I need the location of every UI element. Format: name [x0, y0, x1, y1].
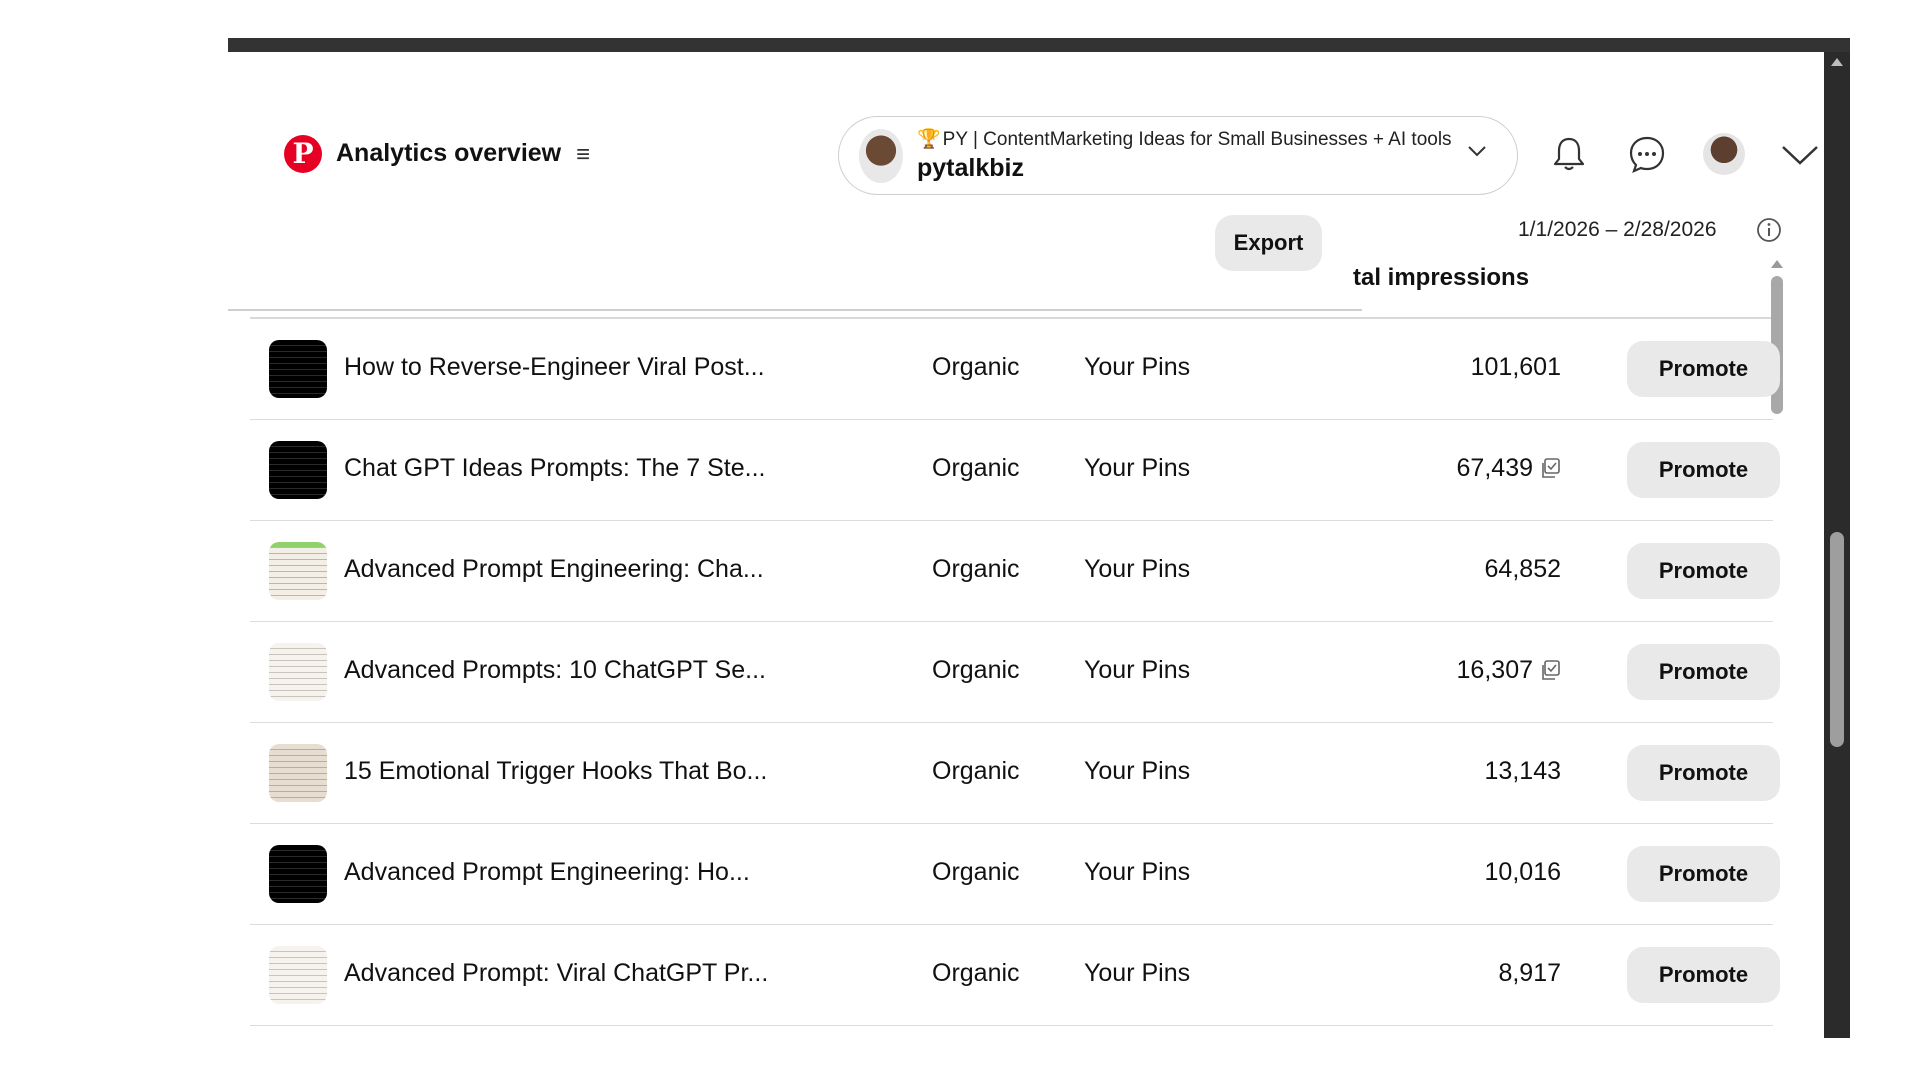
- scroll-up-arrow-icon[interactable]: [1831, 58, 1843, 66]
- pin-title[interactable]: How to Reverse-Engineer Viral Post...: [344, 353, 765, 382]
- pin-source: Organic: [932, 858, 1020, 886]
- table-row[interactable]: Advanced Prompts: 10 ChatGPT Se... Organ…: [250, 622, 1780, 723]
- pin-impressions: 67,439: [1456, 454, 1533, 482]
- pin-impressions: 10,016: [1484, 858, 1561, 886]
- pin-type: Your Pins: [1084, 959, 1191, 987]
- promote-button[interactable]: Promote: [1627, 745, 1780, 801]
- table-row[interactable]: How to Reverse-Engineer Viral Post... Or…: [250, 319, 1780, 420]
- pin-type: Your Pins: [1084, 555, 1191, 583]
- pin-impressions: 64,852: [1484, 555, 1561, 583]
- pin-thumbnail[interactable]: [269, 845, 327, 903]
- promote-button[interactable]: Promote: [1627, 644, 1780, 700]
- pinterest-logo-icon[interactable]: P: [284, 135, 322, 173]
- pin-thumbnail[interactable]: [269, 643, 327, 701]
- pin-source: Organic: [932, 656, 1020, 684]
- pin-type: Your Pins: [1084, 757, 1191, 785]
- pin-thumbnail[interactable]: [269, 441, 327, 499]
- info-icon[interactable]: [1756, 217, 1782, 243]
- header-divider: [228, 309, 1362, 311]
- account-switcher[interactable]: 🏆 PY | ContentMarketing Ideas for Small B…: [838, 116, 1518, 195]
- pin-thumbnail[interactable]: [269, 946, 327, 1004]
- pin-source: Organic: [932, 555, 1020, 583]
- scroll-up-arrow-icon[interactable]: [1771, 260, 1783, 268]
- pin-thumbnail[interactable]: [269, 542, 327, 600]
- table-row[interactable]: Advanced Prompt Engineering: Ho... Organ…: [250, 824, 1780, 925]
- copy-pin-icon: [1542, 458, 1560, 478]
- pin-type: Your Pins: [1084, 353, 1191, 381]
- pin-source: Organic: [932, 454, 1020, 482]
- table-row[interactable]: Advanced Prompt Engineering: Cha... Orga…: [250, 521, 1780, 622]
- pin-title[interactable]: 15 Emotional Trigger Hooks That Bo...: [344, 757, 767, 786]
- pin-type: Your Pins: [1084, 454, 1191, 482]
- page-title: Analytics overview: [336, 139, 562, 167]
- pin-impressions: 16,307: [1456, 656, 1533, 684]
- pin-impressions: 13,143: [1484, 757, 1561, 785]
- table-row[interactable]: 15 Emotional Trigger Hooks That Bo... Or…: [250, 723, 1780, 824]
- promote-button[interactable]: Promote: [1627, 846, 1780, 902]
- copy-pin-icon: [1542, 660, 1560, 680]
- chevron-down-icon[interactable]: [1780, 139, 1820, 171]
- pin-title[interactable]: Advanced Prompt Engineering: Cha...: [344, 555, 764, 584]
- browser-viewport: P Analytics overview ≡ 🏆 PY | ContentMark…: [228, 38, 1850, 1038]
- pin-thumbnail[interactable]: [269, 340, 327, 398]
- table-row[interactable]: Chat GPT Ideas Prompts: The 7 Ste... Org…: [250, 420, 1780, 521]
- account-name-text: PY | ContentMarketing Ideas for Small Bu…: [942, 129, 1452, 150]
- window-scrollbar[interactable]: [1824, 52, 1850, 1038]
- pin-source: Organic: [932, 353, 1020, 381]
- pin-type: Your Pins: [1084, 858, 1191, 886]
- pin-source: Organic: [932, 959, 1020, 987]
- messages-icon[interactable]: [1626, 133, 1668, 175]
- account-name: 🏆 PY | ContentMarketing Ideas for Small B…: [917, 127, 1452, 151]
- pin-title[interactable]: Advanced Prompts: 10 ChatGPT Se...: [344, 656, 766, 685]
- pin-impressions: 8,917: [1498, 959, 1561, 987]
- chevron-down-icon[interactable]: [1465, 139, 1489, 163]
- column-header-impressions[interactable]: tal impressions: [1353, 264, 1529, 292]
- account-avatar: [859, 129, 903, 183]
- pin-source: Organic: [932, 757, 1020, 785]
- promote-button[interactable]: Promote: [1627, 341, 1780, 397]
- pin-title[interactable]: Advanced Prompt Engineering: Ho...: [344, 858, 750, 887]
- user-avatar[interactable]: [1703, 133, 1745, 175]
- account-username: pytalkbiz: [917, 154, 1024, 182]
- pin-title[interactable]: Advanced Prompt: Viral ChatGPT Pr...: [344, 959, 768, 988]
- hamburger-menu-icon[interactable]: ≡: [576, 141, 590, 169]
- export-button[interactable]: Export: [1215, 215, 1322, 271]
- window-scrollbar-thumb[interactable]: [1830, 532, 1844, 747]
- pin-type: Your Pins: [1084, 656, 1191, 684]
- pin-impressions: 101,601: [1470, 353, 1561, 381]
- pins-table: How to Reverse-Engineer Viral Post... Or…: [250, 319, 1780, 1026]
- window-top-bar: [228, 38, 1850, 52]
- pin-title[interactable]: Chat GPT Ideas Prompts: The 7 Ste...: [344, 454, 766, 483]
- pin-thumbnail[interactable]: [269, 744, 327, 802]
- notifications-bell-icon[interactable]: [1548, 133, 1590, 175]
- date-range: 1/1/2026 – 2/28/2026: [1518, 218, 1717, 241]
- trophy-icon: 🏆: [917, 129, 941, 150]
- promote-button[interactable]: Promote: [1627, 947, 1780, 1003]
- promote-button[interactable]: Promote: [1627, 543, 1780, 599]
- promote-button[interactable]: Promote: [1627, 442, 1780, 498]
- table-row[interactable]: Advanced Prompt: Viral ChatGPT Pr... Org…: [250, 925, 1780, 1026]
